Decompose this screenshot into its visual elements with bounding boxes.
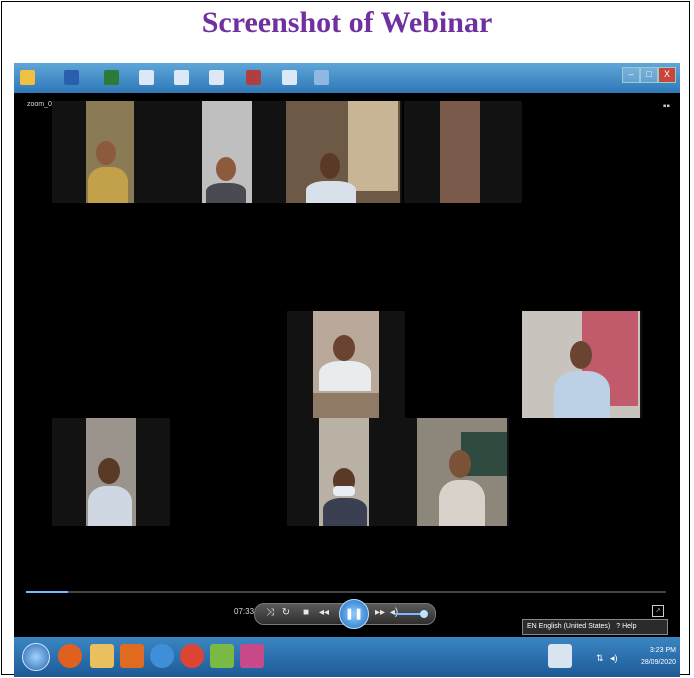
participant-body xyxy=(319,361,371,391)
participant-tile xyxy=(404,101,522,203)
language-label: EN English (United States) xyxy=(527,623,611,630)
webinar-screenshot: – □ X zoom_0 ▪▪ 07:33 ⤨ ↻ ■ ◂◂ ❚❚ ▸▸ ◂) … xyxy=(14,63,680,677)
toolbar-file-icon[interactable] xyxy=(64,70,79,85)
seek-bar-progress xyxy=(26,591,68,593)
participant-head xyxy=(320,153,340,179)
close-button[interactable]: X xyxy=(658,67,676,83)
video-feed xyxy=(440,101,480,203)
participant-body xyxy=(306,181,356,203)
participant-body xyxy=(88,167,128,203)
control-pill: ⤨ ↻ ■ ◂◂ ❚❚ ▸▸ ◂) xyxy=(254,599,436,629)
file-explorer-icon[interactable] xyxy=(90,644,114,668)
participant-tile xyxy=(287,311,405,418)
participant-tile xyxy=(287,418,417,526)
window-titlebar[interactable]: – □ X xyxy=(14,63,680,93)
toolbar-document-icon[interactable] xyxy=(174,70,189,85)
minimize-button[interactable]: – xyxy=(622,67,640,83)
notepad-icon[interactable] xyxy=(548,644,572,668)
curtain xyxy=(348,101,398,191)
participant-head xyxy=(333,335,355,361)
elapsed-time: 07:33 xyxy=(234,607,255,616)
toolbar-window-icon[interactable] xyxy=(314,70,329,85)
participant-body xyxy=(206,183,246,203)
app-star-icon[interactable] xyxy=(240,644,264,668)
toolbar-document-icon[interactable] xyxy=(209,70,224,85)
start-button[interactable] xyxy=(22,643,50,671)
chrome-icon[interactable] xyxy=(180,644,204,668)
participant-body xyxy=(88,486,132,526)
fast-forward-icon[interactable]: ▸▸ xyxy=(373,607,387,618)
maximize-button[interactable]: □ xyxy=(640,67,658,83)
page-title: Screenshot of Webinar xyxy=(201,6,493,39)
participant-tile xyxy=(52,101,164,203)
participant-tile xyxy=(52,418,170,526)
participant-head xyxy=(570,341,592,369)
firefox-icon[interactable] xyxy=(58,644,82,668)
fullscreen-icon[interactable]: ↗ xyxy=(652,605,664,617)
clock-date[interactable]: 28/09/2020 xyxy=(624,659,676,666)
repeat-icon[interactable]: ↻ xyxy=(279,607,293,618)
shuffle-icon[interactable]: ⤨ xyxy=(263,607,277,618)
stop-icon[interactable]: ■ xyxy=(299,607,313,618)
help-icon[interactable]: ? xyxy=(616,623,620,630)
gallery-view-icon[interactable]: ▪▪ xyxy=(663,101,670,112)
desk xyxy=(313,393,379,418)
clock-time[interactable]: 3:23 PM xyxy=(624,647,676,654)
participant-head xyxy=(449,450,471,478)
participant-tile xyxy=(417,418,509,526)
app-m-icon[interactable] xyxy=(210,644,234,668)
help-label[interactable]: Help xyxy=(622,623,636,630)
volume-tray-icon[interactable]: ◂) xyxy=(610,653,618,664)
recording-name: zoom_0 xyxy=(27,101,52,108)
participant-tile xyxy=(522,311,642,418)
participant-body xyxy=(554,371,610,418)
pause-icon[interactable]: ❚❚ xyxy=(339,599,369,629)
toolbar-media-icon[interactable] xyxy=(246,70,261,85)
network-icon[interactable]: ⇅ xyxy=(596,653,604,664)
seek-bar[interactable] xyxy=(26,591,666,593)
app-icon[interactable] xyxy=(20,70,35,85)
participant-head xyxy=(98,458,120,484)
volume-knob[interactable] xyxy=(419,610,428,618)
face-mask xyxy=(333,486,355,496)
toolbar-document-icon[interactable] xyxy=(282,70,297,85)
participant-head xyxy=(96,141,116,165)
participant-tile xyxy=(164,101,284,203)
rewind-icon[interactable]: ◂◂ xyxy=(317,607,331,618)
media-player-icon[interactable] xyxy=(120,644,144,668)
participant-tile xyxy=(284,101,402,203)
toolbar-document-icon[interactable] xyxy=(139,70,154,85)
language-bar[interactable]: EN English (United States) ? Help xyxy=(522,619,668,635)
toolbar-excel-icon[interactable] xyxy=(104,70,119,85)
participant-body xyxy=(323,498,367,526)
windows-taskbar: EN English (United States) ? Help ⇅ ◂) 3… xyxy=(14,619,680,677)
participant-body xyxy=(439,480,485,526)
participant-head xyxy=(216,157,236,181)
internet-explorer-icon[interactable] xyxy=(150,644,174,668)
